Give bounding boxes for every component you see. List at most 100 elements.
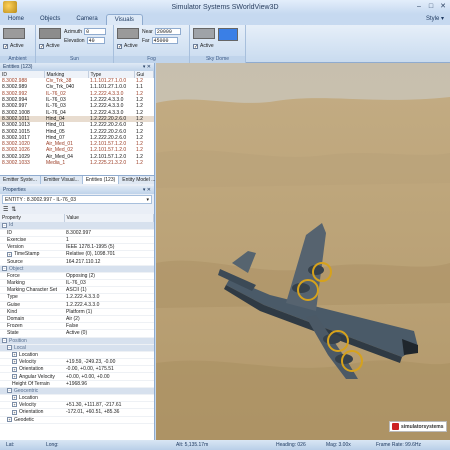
tab-emitter-visuals[interactable]: Emitter Visual... bbox=[41, 176, 83, 184]
brand-logo: simulatorsystems bbox=[389, 421, 447, 432]
near-input[interactable]: 20000 bbox=[154, 28, 181, 35]
collapse-icon[interactable]: − bbox=[2, 222, 7, 228]
property-row[interactable]: Kind Platform (1) bbox=[0, 308, 154, 316]
tab-camera[interactable]: Camera bbox=[68, 14, 105, 25]
tab-entity-model[interactable]: Entity Model ... bbox=[119, 176, 160, 184]
scene-render bbox=[156, 63, 450, 440]
property-value: +51.30, +111.87, -217.61 bbox=[64, 401, 154, 410]
property-row[interactable]: Frozen False bbox=[0, 322, 154, 331]
property-row[interactable]: Version IEEE 1278.1-1995 (5) bbox=[0, 243, 154, 252]
property-value: 1.2.222.4.3.3.0 bbox=[64, 301, 154, 309]
fog-active-checkbox[interactable]: ✓ Active bbox=[117, 43, 139, 49]
elevation-input[interactable]: 40 bbox=[86, 37, 105, 44]
expand-icon[interactable]: + bbox=[12, 402, 17, 408]
property-row[interactable]: Guise 1.2.222.4.3.3.0 bbox=[0, 301, 154, 309]
property-value bbox=[64, 394, 154, 403]
tab-emitter-systems[interactable]: Emitter Syste... bbox=[0, 176, 41, 184]
collapse-icon[interactable]: − bbox=[7, 388, 12, 394]
far-input[interactable]: 45000 bbox=[151, 37, 178, 44]
property-category[interactable]: − Geocentric bbox=[0, 387, 154, 396]
property-row[interactable]: + Angular Velocity +0.00, +0.00, +0.00 bbox=[0, 372, 154, 381]
expand-icon[interactable]: + bbox=[7, 251, 12, 257]
property-value bbox=[64, 344, 154, 352]
property-key-label: Type bbox=[7, 294, 18, 301]
column-header-id[interactable]: ID bbox=[0, 71, 45, 78]
property-row[interactable]: Type 1.2.222.4.3.3.0 bbox=[0, 293, 154, 302]
property-category[interactable]: − Object bbox=[0, 265, 154, 273]
expand-icon[interactable]: + bbox=[12, 359, 17, 365]
property-row[interactable]: + Orientation -0.00, +0.00, +175.51 bbox=[0, 365, 154, 374]
expand-icon[interactable]: + bbox=[12, 395, 17, 401]
tab-home[interactable]: Home bbox=[0, 14, 32, 25]
close-icon[interactable]: ✕ bbox=[438, 2, 448, 11]
property-row[interactable]: + Velocity +51.30, +111.87, -217.61 bbox=[0, 401, 154, 410]
3d-viewport[interactable] bbox=[156, 63, 450, 440]
style-menu[interactable]: Style ▾ bbox=[426, 14, 444, 25]
alphabetical-sort-icon[interactable]: ⇅ bbox=[11, 206, 16, 213]
collapse-icon[interactable]: − bbox=[2, 337, 7, 343]
property-key: Guise bbox=[0, 301, 64, 309]
sky-dome-group: ✓ Active Sky Dome bbox=[190, 25, 246, 63]
table-row[interactable]: 8.3002.1033 Media_1 1.2.225.21.3.2.0 1.2 bbox=[0, 160, 154, 166]
property-key-label: Kind bbox=[7, 308, 18, 315]
fog-color-swatch[interactable] bbox=[117, 28, 139, 39]
property-row[interactable]: Height Of Terrain +1968.96 bbox=[0, 380, 154, 388]
collapse-icon[interactable]: − bbox=[2, 265, 7, 271]
property-key-label: Object bbox=[9, 265, 24, 272]
property-row[interactable]: Marking IL-76_03 bbox=[0, 279, 154, 288]
property-row[interactable]: ID 8.3002.997 bbox=[0, 229, 154, 237]
property-row[interactable]: + Location bbox=[0, 351, 154, 360]
properties-panel-title: Properties bbox=[3, 187, 26, 193]
sky-dome-color-swatch[interactable] bbox=[193, 28, 215, 39]
column-header-gui[interactable]: Gui bbox=[134, 71, 154, 78]
expand-icon[interactable]: + bbox=[12, 352, 17, 358]
panel-close-icon[interactable]: ▾ ✕ bbox=[143, 63, 151, 71]
property-key: + Velocity bbox=[0, 401, 64, 410]
property-key-label: Frozen bbox=[7, 323, 23, 330]
categorized-sort-icon[interactable]: ☰ bbox=[3, 206, 8, 213]
property-row[interactable]: + Location bbox=[0, 394, 154, 403]
expand-icon[interactable]: + bbox=[12, 366, 17, 372]
sky-dome-top-color-swatch[interactable] bbox=[218, 28, 238, 41]
sun-color-swatch[interactable] bbox=[39, 28, 61, 39]
expand-icon[interactable]: + bbox=[7, 416, 12, 422]
expand-icon[interactable]: + bbox=[12, 409, 17, 415]
chevron-down-icon[interactable]: ▾ bbox=[146, 196, 149, 204]
ambient-color-swatch[interactable] bbox=[3, 28, 25, 39]
property-category[interactable]: − Local bbox=[0, 344, 154, 352]
maximize-icon[interactable]: □ bbox=[426, 2, 436, 11]
property-row[interactable]: Source 164.217.110.12 bbox=[0, 257, 154, 266]
property-key: + Location bbox=[0, 351, 64, 360]
entity-selector[interactable]: ENTITY : 8.3002.997 - IL-76_03 ▾ bbox=[2, 195, 152, 204]
property-row[interactable]: + Geodetic bbox=[0, 416, 154, 424]
sky-dome-active-checkbox[interactable]: ✓ Active bbox=[193, 43, 215, 49]
property-row[interactable]: Marking Character Set ASCII (1) bbox=[0, 286, 154, 295]
tab-objects[interactable]: Objects bbox=[32, 14, 68, 25]
property-key: + Velocity bbox=[0, 358, 64, 367]
expand-icon[interactable]: + bbox=[12, 373, 17, 379]
panel-close-icon[interactable]: ▾ ✕ bbox=[143, 186, 151, 194]
property-category[interactable]: − Id bbox=[0, 222, 154, 230]
property-row[interactable]: Domain Air (2) bbox=[0, 315, 154, 324]
collapse-icon[interactable]: − bbox=[7, 344, 12, 350]
property-row[interactable]: State Active (0) bbox=[0, 329, 154, 338]
property-category[interactable]: − Position bbox=[0, 337, 154, 345]
property-row[interactable]: + TimeStamp Relative (0), 1098.701 bbox=[0, 250, 154, 259]
property-value: +1968.96 bbox=[64, 380, 154, 388]
sun-active-checkbox[interactable]: ✓ Active bbox=[39, 43, 61, 49]
minimize-icon[interactable]: – bbox=[414, 2, 424, 11]
property-row[interactable]: Force Opposing (2) bbox=[0, 272, 154, 281]
azimuth-input[interactable]: 0 bbox=[84, 28, 107, 35]
cell-type: 1.2.225.21.3.2.0 bbox=[90, 160, 127, 166]
column-header-property: Property bbox=[0, 214, 65, 222]
column-header-marking[interactable]: Marking bbox=[44, 71, 89, 78]
ambient-active-checkbox[interactable]: ✓ Active bbox=[3, 43, 32, 49]
property-row[interactable]: Exercise 1 bbox=[0, 236, 154, 245]
property-key-label: Location bbox=[19, 351, 38, 358]
property-row[interactable]: + Orientation -172.01, +60.51, +85.36 bbox=[0, 408, 154, 417]
property-key-label: Orientation bbox=[19, 409, 44, 416]
column-header-type[interactable]: Type bbox=[88, 71, 135, 78]
property-row[interactable]: + Velocity +19.59, -249.23, -0.00 bbox=[0, 358, 154, 367]
tab-entities[interactable]: Entities (123) bbox=[82, 176, 120, 184]
window-title: Simulator Systems SWorldView3D bbox=[171, 3, 279, 11]
